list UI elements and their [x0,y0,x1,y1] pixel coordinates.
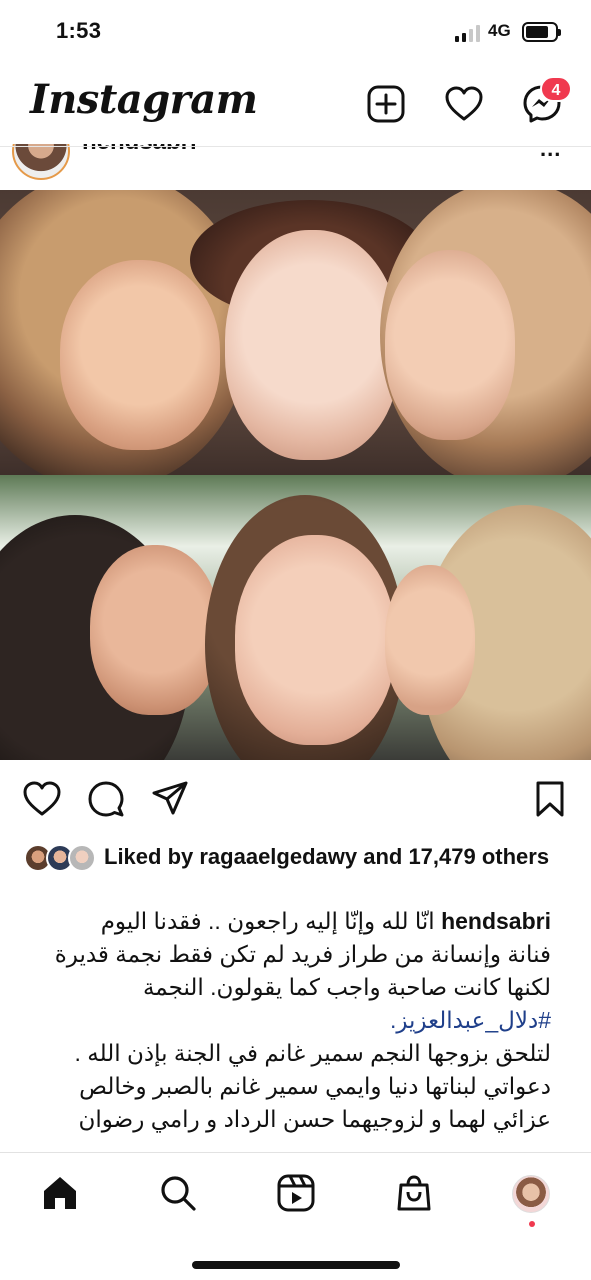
post-image[interactable] [0,190,591,760]
shop-icon[interactable] [394,1173,434,1213]
caption-line: لكنها كانت صاحبة واجب كما يقولون. النجمة [142,974,551,1000]
home-indicator[interactable] [192,1261,400,1269]
profile-avatar[interactable] [512,1175,550,1213]
caption-line: دعواتي لبناتها دنيا وايمي سمير غانم بالص… [79,1073,551,1099]
send-icon[interactable] [150,779,190,819]
profile-indicator-dot [529,1221,535,1227]
like-heart-icon[interactable] [22,779,62,819]
caption-line: لتلحق بزوجها النجم سمير غانم في الجنة بإ… [74,1040,551,1066]
post-author-avatar[interactable] [12,144,70,180]
liker-avatar [68,844,96,872]
liker-avatars[interactable] [24,844,100,874]
photo-panel-top [0,190,591,475]
home-icon[interactable] [40,1173,80,1213]
post-caption: hendsabri انّا لله وإنّا إليه راجعون .. … [20,905,551,1136]
likes-count[interactable]: Liked by ragaaelgedawy and 17,479 others [104,842,574,872]
app-header: Instagram [0,66,591,144]
caption-line: فنانة وإنسانة من طراز فريد لم تكن فقط نج… [54,941,551,967]
plus-square-icon[interactable] [366,84,406,124]
status-time: 1:53 [56,18,102,43]
header-divider [0,146,591,147]
photo-panel-bottom [0,475,591,760]
network-label: 4G [488,21,511,40]
battery-icon [522,22,561,42]
notification-badge: 4 [540,76,572,102]
instagram-logo[interactable]: Instagram [30,76,258,123]
caption-hashtag[interactable]: #دلال_عبدالعزيز. [20,1004,551,1037]
post-actions [0,775,591,823]
post-header: hendsabri ... [0,144,591,190]
caption-line: انّا لله وإنّا إليه راجعون .. فقدنا اليو… [100,908,435,934]
bottom-navigation [0,1152,591,1280]
search-icon[interactable] [158,1173,198,1213]
status-bar: 1:53 4G [0,0,591,66]
reels-icon[interactable] [276,1173,316,1213]
signal-icon [455,24,480,42]
caption-username[interactable]: hendsabri [441,908,551,934]
comment-icon[interactable] [86,779,126,819]
heart-icon[interactable] [444,84,484,124]
bookmark-icon[interactable] [530,779,570,819]
caption-line: عزائي لهما و لزوجيهما حسن الرداد و رامي … [78,1106,552,1132]
